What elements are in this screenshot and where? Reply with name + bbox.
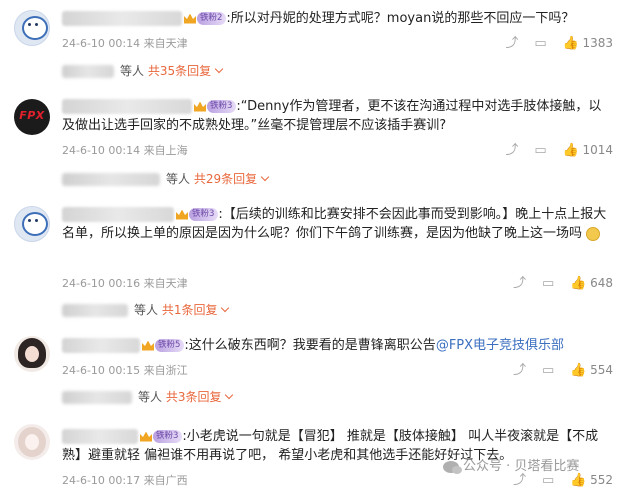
fan-badge[interactable]: 铁粉3 <box>207 100 237 113</box>
mention-link[interactable]: @FPX电子竞技俱乐部 <box>436 338 564 353</box>
reply-summary[interactable]: 等人 共35条回复 <box>62 63 224 79</box>
share-icon[interactable]: ⤴ <box>505 143 518 158</box>
avatar[interactable]: FPX <box>14 99 50 135</box>
comment-header: 铁粉2:所以对丹妮的处理方式呢？moyan说的那些不回应一下吗？ <box>62 9 574 28</box>
username-redacted[interactable] <box>62 338 140 353</box>
comment-time: 24-6-10 00:14 <box>62 37 141 50</box>
comment-time: 24-6-10 00:17 <box>62 474 141 487</box>
comment-location: 来自天津 <box>143 37 188 50</box>
crown-icon <box>142 340 154 351</box>
like-count: 1383 <box>582 36 613 50</box>
comment-header: 铁粉5:这什么破东西啊？我要看的是曹锋离职公告@FPX电子竞技俱乐部 <box>62 336 564 355</box>
comment-location: 来自上海 <box>143 144 188 157</box>
reply-suffix: 等人 <box>166 172 191 186</box>
view-replies-link[interactable]: 共35条回复 <box>148 64 211 78</box>
wechat-icon <box>443 460 462 474</box>
replier-redacted <box>62 391 132 404</box>
view-replies-link[interactable]: 共3条回复 <box>166 390 222 404</box>
fan-badge[interactable]: 铁粉3 <box>153 430 183 443</box>
comment-location: 来自浙江 <box>143 364 188 377</box>
comment-text: :这什么破东西啊？我要看的是曹锋离职公告 <box>184 338 436 353</box>
watermark: 公众号 · 贝塔看比赛 <box>443 455 579 474</box>
crown-icon <box>194 101 206 112</box>
comment-icon[interactable]: ▭ <box>542 363 554 378</box>
replier-redacted <box>62 65 114 78</box>
reply-summary[interactable]: 等人 共29条回复 <box>62 171 270 187</box>
share-icon[interactable]: ⤴ <box>513 473 526 488</box>
like-count: 1014 <box>582 143 613 157</box>
thumb-up-icon[interactable]: 👍 <box>570 473 586 488</box>
comment-meta: 24-6-10 00:14 来自上海 <box>62 143 188 158</box>
comment-icon[interactable]: ▭ <box>542 473 554 488</box>
comment-location: 来自广西 <box>143 474 188 487</box>
comment-header: 铁粉3:“Denny作为管理者，更不该在沟通过程中对选手肢体接触，以及做出让选手… <box>62 97 612 135</box>
comment-text: :所以对丹妮的处理方式呢？moyan说的那些不回应一下吗？ <box>226 11 575 26</box>
reply-summary[interactable]: 等人 共1条回复 <box>62 302 230 318</box>
comment-icon[interactable]: ▭ <box>542 276 554 291</box>
reply-suffix: 等人 <box>138 390 163 404</box>
view-replies-link[interactable]: 共29条回复 <box>194 172 257 186</box>
replier-redacted <box>62 304 128 317</box>
comment-actions: ⤴ ▭ 👍 1383 <box>493 36 613 51</box>
comment-meta: 24-6-10 00:16 来自天津 <box>62 276 188 291</box>
share-icon[interactable]: ⤴ <box>505 36 518 51</box>
comment-time: 24-6-10 00:14 <box>62 144 141 157</box>
view-replies-link[interactable]: 共1条回复 <box>162 303 218 317</box>
avatar[interactable] <box>14 424 50 460</box>
comment-icon[interactable]: ▭ <box>534 143 546 158</box>
thumb-up-icon[interactable]: 👍 <box>562 36 578 51</box>
comment-actions: ⤴ ▭ 👍 554 <box>501 363 613 378</box>
username-redacted[interactable] <box>62 207 174 222</box>
like-count: 648 <box>590 276 613 290</box>
thumb-up-icon[interactable]: 👍 <box>570 276 586 291</box>
comment-actions: ⤴ ▭ 👍 1014 <box>493 143 613 158</box>
fan-badge[interactable]: 铁粉2 <box>197 12 227 25</box>
comment-actions: ⤴ ▭ 👍 648 <box>501 276 613 291</box>
emoji-icon <box>586 226 601 241</box>
fan-badge[interactable]: 铁粉3 <box>189 208 219 221</box>
chevron-down-icon <box>225 390 234 400</box>
username-redacted[interactable] <box>62 11 182 26</box>
reply-suffix: 等人 <box>134 303 159 317</box>
username-redacted[interactable] <box>62 429 138 444</box>
fan-badge[interactable]: 铁粉5 <box>155 339 185 352</box>
share-icon[interactable]: ⤴ <box>513 276 526 291</box>
thumb-up-icon[interactable]: 👍 <box>562 143 578 158</box>
crown-icon <box>140 431 152 442</box>
reply-suffix: 等人 <box>120 64 145 78</box>
avatar[interactable] <box>14 336 50 372</box>
avatar[interactable] <box>14 206 50 242</box>
comment-location: 来自天津 <box>143 277 188 290</box>
crown-icon <box>184 13 196 24</box>
like-count: 552 <box>590 473 613 487</box>
comment-actions: ⤴ ▭ 👍 552 <box>501 473 613 488</box>
comment-time: 24-6-10 00:16 <box>62 277 141 290</box>
comment-meta: 24-6-10 00:17 来自广西 <box>62 473 188 488</box>
fpx-logo-icon: FPX <box>19 109 45 122</box>
comment-time: 24-6-10 00:15 <box>62 364 141 377</box>
chevron-down-icon <box>260 172 270 182</box>
comment-icon[interactable]: ▭ <box>534 36 546 51</box>
share-icon[interactable]: ⤴ <box>513 363 526 378</box>
reply-summary[interactable]: 等人 共3条回复 <box>62 389 234 405</box>
comment-meta: 24-6-10 00:14 来自天津 <box>62 36 188 51</box>
chevron-down-icon <box>214 64 224 74</box>
comment-meta: 24-6-10 00:15 来自浙江 <box>62 363 188 378</box>
username-redacted[interactable] <box>62 99 192 114</box>
like-count: 554 <box>590 363 613 377</box>
avatar[interactable] <box>14 10 50 46</box>
chevron-down-icon <box>221 303 230 313</box>
watermark-text: 公众号 · 贝塔看比赛 <box>463 459 580 474</box>
thumb-up-icon[interactable]: 👍 <box>570 363 586 378</box>
replier-redacted <box>62 173 160 186</box>
crown-icon <box>176 209 188 220</box>
comment-header: 铁粉3:【后续的训练和比赛安排不会因此事而受到影响。】晚上十点上报大名单，所以换… <box>62 205 612 243</box>
